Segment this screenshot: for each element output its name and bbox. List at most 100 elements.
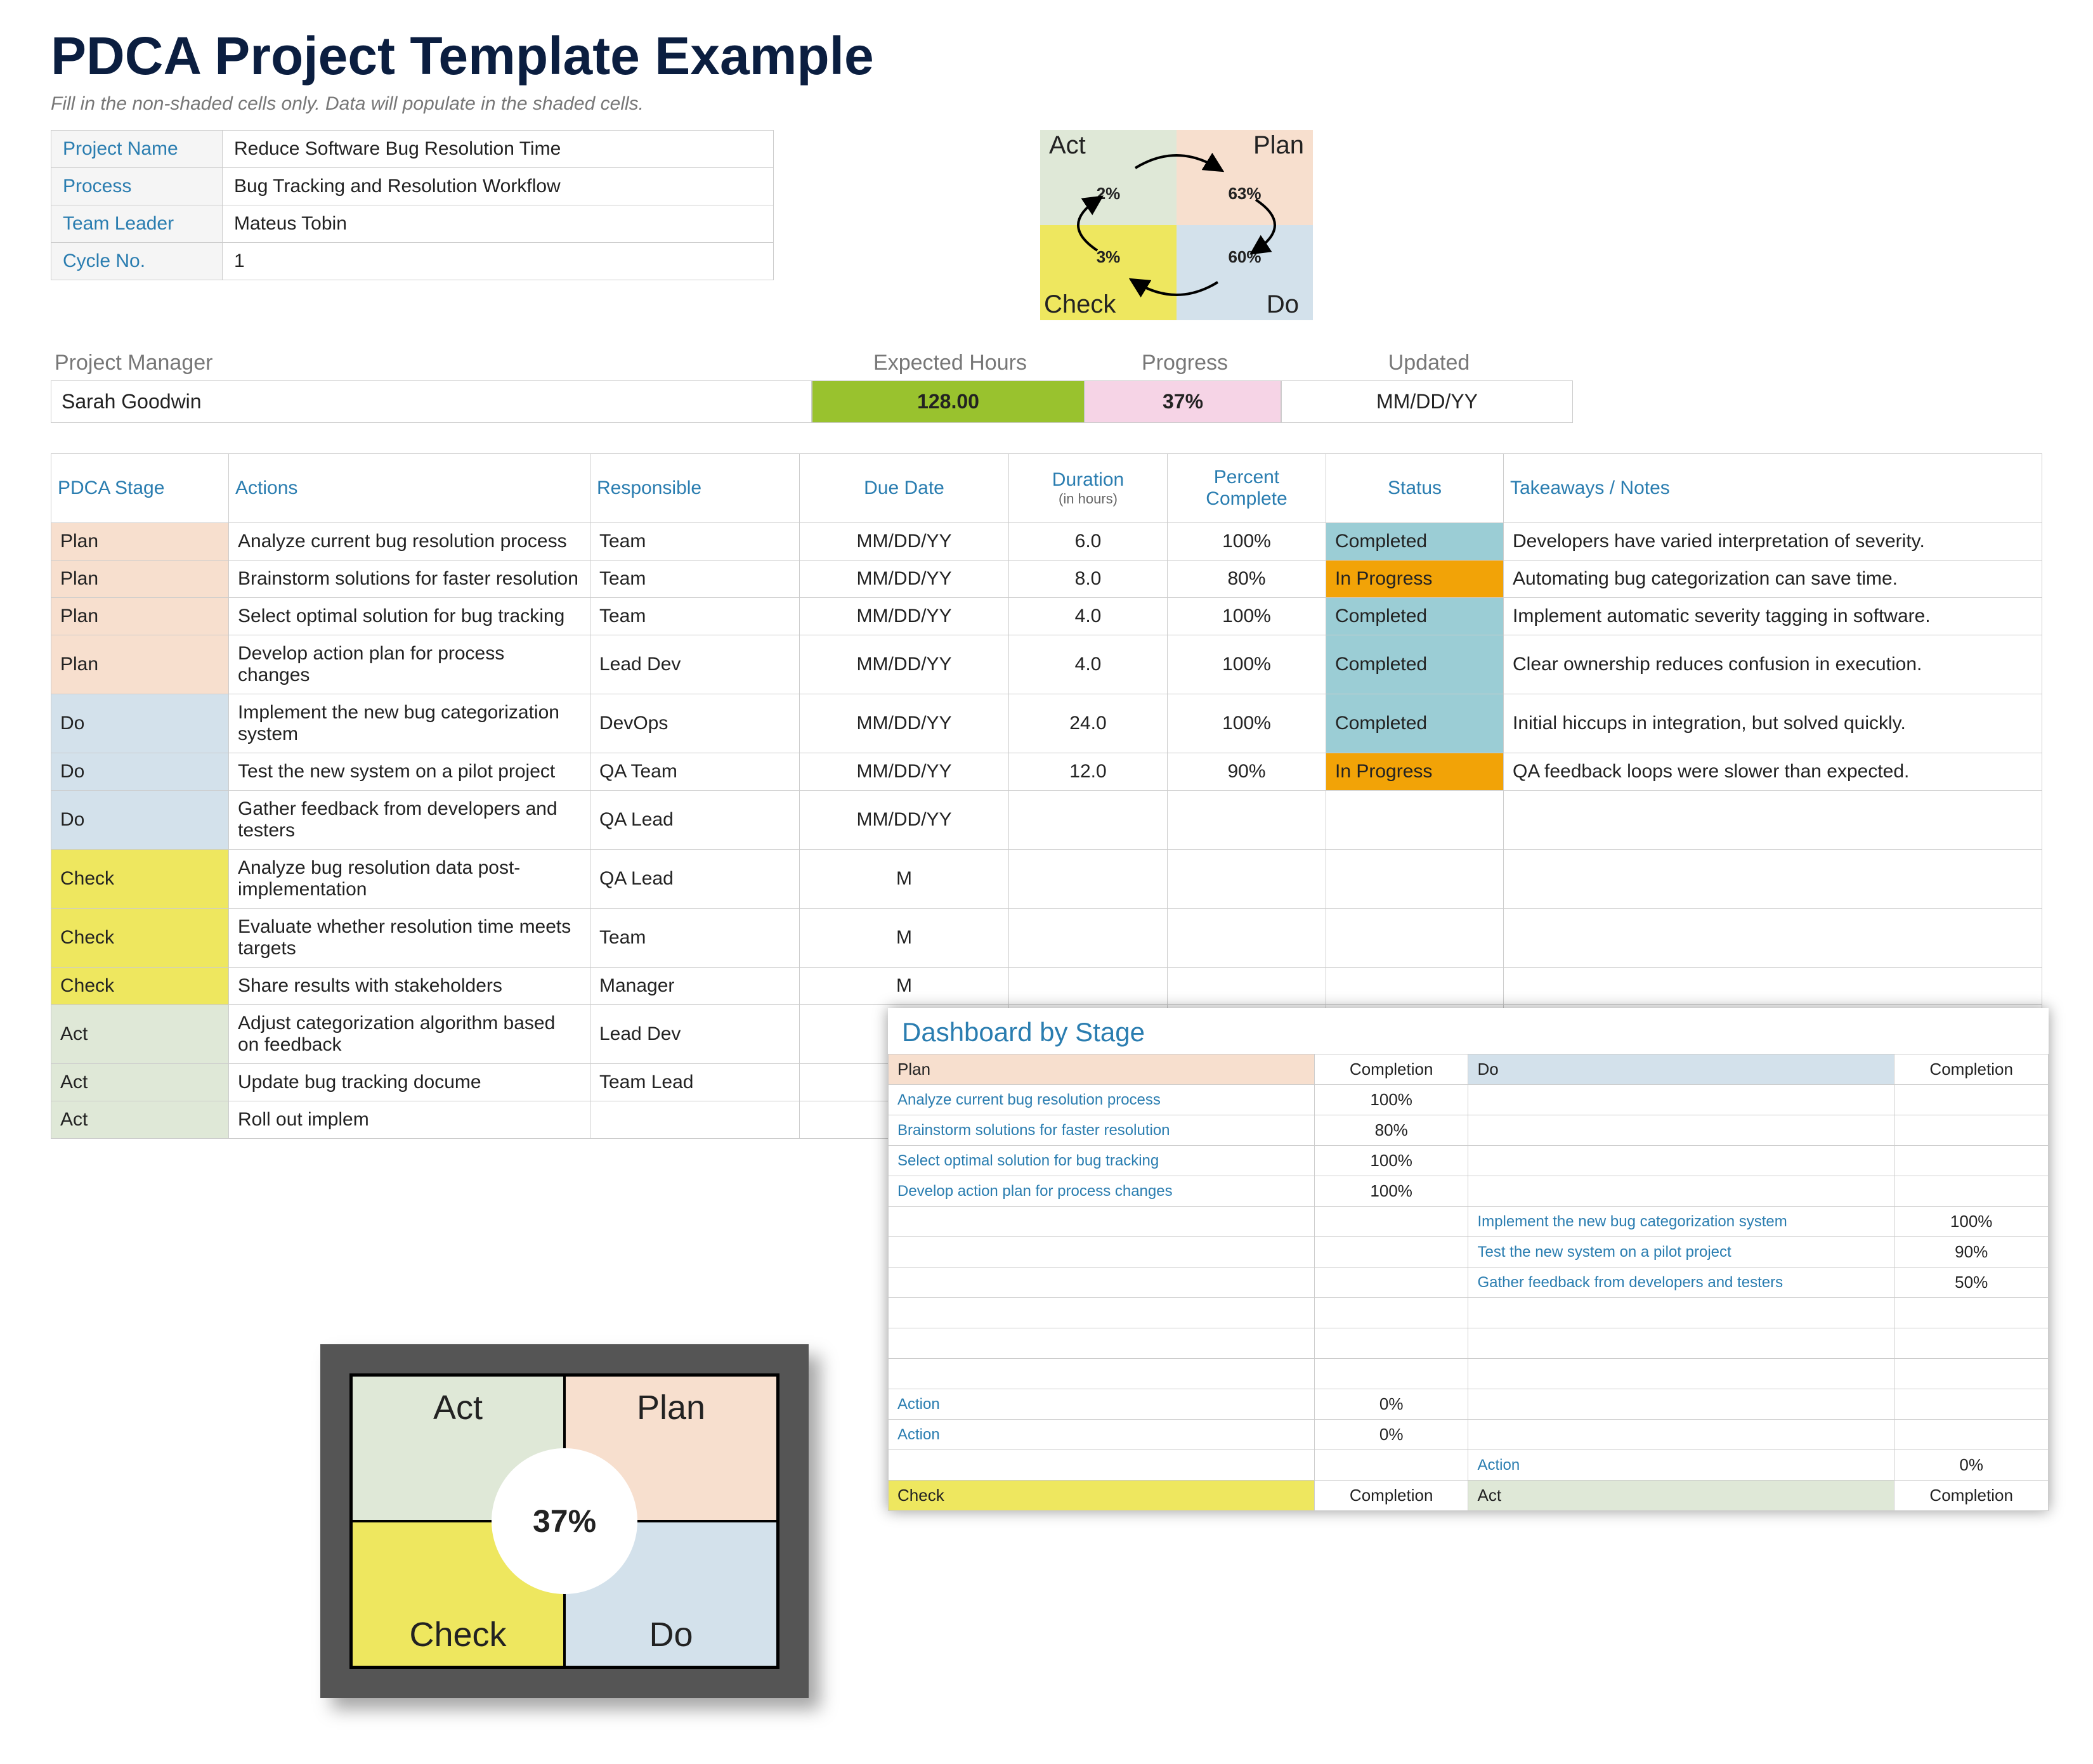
- cell-percent[interactable]: [1168, 909, 1326, 968]
- dash-plan-action[interactable]: [889, 1359, 1315, 1389]
- cell-responsible[interactable]: Team: [590, 909, 800, 968]
- dash-plan-action[interactable]: [889, 1207, 1315, 1237]
- cell-duration[interactable]: [1009, 968, 1168, 1005]
- dash-do-action[interactable]: [1468, 1085, 1894, 1115]
- cell-status[interactable]: Completed: [1326, 598, 1504, 635]
- cell-notes[interactable]: [1504, 909, 2042, 968]
- cell-action[interactable]: Update bug tracking docume: [229, 1064, 590, 1101]
- dash-plan-action[interactable]: Action: [889, 1389, 1315, 1420]
- cell-due[interactable]: MM/DD/YY: [800, 791, 1009, 850]
- dash-do-action[interactable]: [1468, 1328, 1894, 1359]
- cell-percent[interactable]: 100%: [1168, 523, 1326, 561]
- cell-responsible[interactable]: Lead Dev: [590, 635, 800, 694]
- cell-action[interactable]: Analyze bug resolution data post-impleme…: [229, 850, 590, 909]
- cell-action[interactable]: Test the new system on a pilot project: [229, 753, 590, 791]
- dash-plan-action[interactable]: Brainstorm solutions for faster resoluti…: [889, 1115, 1315, 1146]
- cell-action[interactable]: Adjust categorization algorithm based on…: [229, 1005, 590, 1064]
- cell-notes[interactable]: Implement automatic severity tagging in …: [1504, 598, 2042, 635]
- cell-status[interactable]: Completed: [1326, 523, 1504, 561]
- cell-due[interactable]: MM/DD/YY: [800, 694, 1009, 753]
- cell-duration[interactable]: 24.0: [1009, 694, 1168, 753]
- cell-percent[interactable]: 100%: [1168, 694, 1326, 753]
- dash-do-action[interactable]: Test the new system on a pilot project: [1468, 1237, 1894, 1268]
- dash-do-action[interactable]: [1468, 1146, 1894, 1176]
- cell-responsible[interactable]: Team Lead: [590, 1064, 800, 1101]
- cell-action[interactable]: Share results with stakeholders: [229, 968, 590, 1005]
- dash-do-action[interactable]: [1468, 1389, 1894, 1420]
- cell-due[interactable]: MM/DD/YY: [800, 598, 1009, 635]
- dash-do-action[interactable]: [1468, 1176, 1894, 1207]
- pm-updated-value[interactable]: MM/DD/YY: [1281, 380, 1573, 423]
- cell-duration[interactable]: [1009, 791, 1168, 850]
- cell-responsible[interactable]: Lead Dev: [590, 1005, 800, 1064]
- cell-percent[interactable]: 100%: [1168, 598, 1326, 635]
- cell-status[interactable]: In Progress: [1326, 753, 1504, 791]
- dash-plan-action[interactable]: Develop action plan for process changes: [889, 1176, 1315, 1207]
- cell-percent[interactable]: 90%: [1168, 753, 1326, 791]
- cell-due[interactable]: MM/DD/YY: [800, 635, 1009, 694]
- dash-plan-action[interactable]: [889, 1328, 1315, 1359]
- dash-do-action[interactable]: Action: [1468, 1450, 1894, 1481]
- cell-action[interactable]: Gather feedback from developers and test…: [229, 791, 590, 850]
- cell-percent[interactable]: 100%: [1168, 635, 1326, 694]
- cell-responsible[interactable]: QA Team: [590, 753, 800, 791]
- cell-notes[interactable]: Initial hiccups in integration, but solv…: [1504, 694, 2042, 753]
- cell-action[interactable]: Evaluate whether resolution time meets t…: [229, 909, 590, 968]
- info-value[interactable]: Reduce Software Bug Resolution Time: [223, 131, 774, 168]
- cell-responsible[interactable]: Manager: [590, 968, 800, 1005]
- dash-do-action[interactable]: Gather feedback from developers and test…: [1468, 1268, 1894, 1298]
- dash-plan-action[interactable]: [889, 1268, 1315, 1298]
- cell-duration[interactable]: [1009, 850, 1168, 909]
- cell-duration[interactable]: 4.0: [1009, 598, 1168, 635]
- cell-due[interactable]: M: [800, 850, 1009, 909]
- cell-status[interactable]: Completed: [1326, 635, 1504, 694]
- cell-due[interactable]: M: [800, 909, 1009, 968]
- cell-duration[interactable]: 8.0: [1009, 561, 1168, 598]
- cell-status[interactable]: In Progress: [1326, 561, 1504, 598]
- cell-responsible[interactable]: Team: [590, 523, 800, 561]
- cell-notes[interactable]: QA feedback loops were slower than expec…: [1504, 753, 2042, 791]
- cell-percent[interactable]: [1168, 968, 1326, 1005]
- cell-responsible[interactable]: Team: [590, 561, 800, 598]
- dash-do-action[interactable]: [1468, 1115, 1894, 1146]
- cell-notes[interactable]: Developers have varied interpretation of…: [1504, 523, 2042, 561]
- dash-do-action[interactable]: [1468, 1359, 1894, 1389]
- dash-do-action[interactable]: [1468, 1420, 1894, 1450]
- cell-action[interactable]: Select optimal solution for bug tracking: [229, 598, 590, 635]
- info-value[interactable]: 1: [223, 243, 774, 280]
- cell-status[interactable]: [1326, 791, 1504, 850]
- cell-duration[interactable]: 12.0: [1009, 753, 1168, 791]
- cell-duration[interactable]: 4.0: [1009, 635, 1168, 694]
- cell-action[interactable]: Roll out implem: [229, 1101, 590, 1139]
- cell-responsible[interactable]: QA Lead: [590, 850, 800, 909]
- dash-plan-action[interactable]: [889, 1298, 1315, 1328]
- cell-responsible[interactable]: DevOps: [590, 694, 800, 753]
- info-value[interactable]: Bug Tracking and Resolution Workflow: [223, 168, 774, 205]
- cell-percent[interactable]: 80%: [1168, 561, 1326, 598]
- cell-due[interactable]: M: [800, 968, 1009, 1005]
- cell-action[interactable]: Brainstorm solutions for faster resoluti…: [229, 561, 590, 598]
- cell-notes[interactable]: Automating bug categorization can save t…: [1504, 561, 2042, 598]
- cell-notes[interactable]: Clear ownership reduces confusion in exe…: [1504, 635, 2042, 694]
- cell-due[interactable]: MM/DD/YY: [800, 561, 1009, 598]
- cell-responsible[interactable]: [590, 1101, 800, 1139]
- cell-percent[interactable]: [1168, 791, 1326, 850]
- cell-status[interactable]: Completed: [1326, 694, 1504, 753]
- cell-status[interactable]: [1326, 850, 1504, 909]
- cell-duration[interactable]: [1009, 909, 1168, 968]
- cell-notes[interactable]: [1504, 850, 2042, 909]
- cell-responsible[interactable]: Team: [590, 598, 800, 635]
- cell-due[interactable]: MM/DD/YY: [800, 523, 1009, 561]
- cell-responsible[interactable]: QA Lead: [590, 791, 800, 850]
- cell-percent[interactable]: [1168, 850, 1326, 909]
- dash-plan-action[interactable]: [889, 1450, 1315, 1481]
- cell-notes[interactable]: [1504, 791, 2042, 850]
- cell-action[interactable]: Analyze current bug resolution process: [229, 523, 590, 561]
- cell-duration[interactable]: 6.0: [1009, 523, 1168, 561]
- info-value[interactable]: Mateus Tobin: [223, 205, 774, 243]
- cell-status[interactable]: [1326, 968, 1504, 1005]
- cell-action[interactable]: Implement the new bug categorization sys…: [229, 694, 590, 753]
- dash-do-action[interactable]: Implement the new bug categorization sys…: [1468, 1207, 1894, 1237]
- cell-notes[interactable]: [1504, 968, 2042, 1005]
- cell-action[interactable]: Develop action plan for process changes: [229, 635, 590, 694]
